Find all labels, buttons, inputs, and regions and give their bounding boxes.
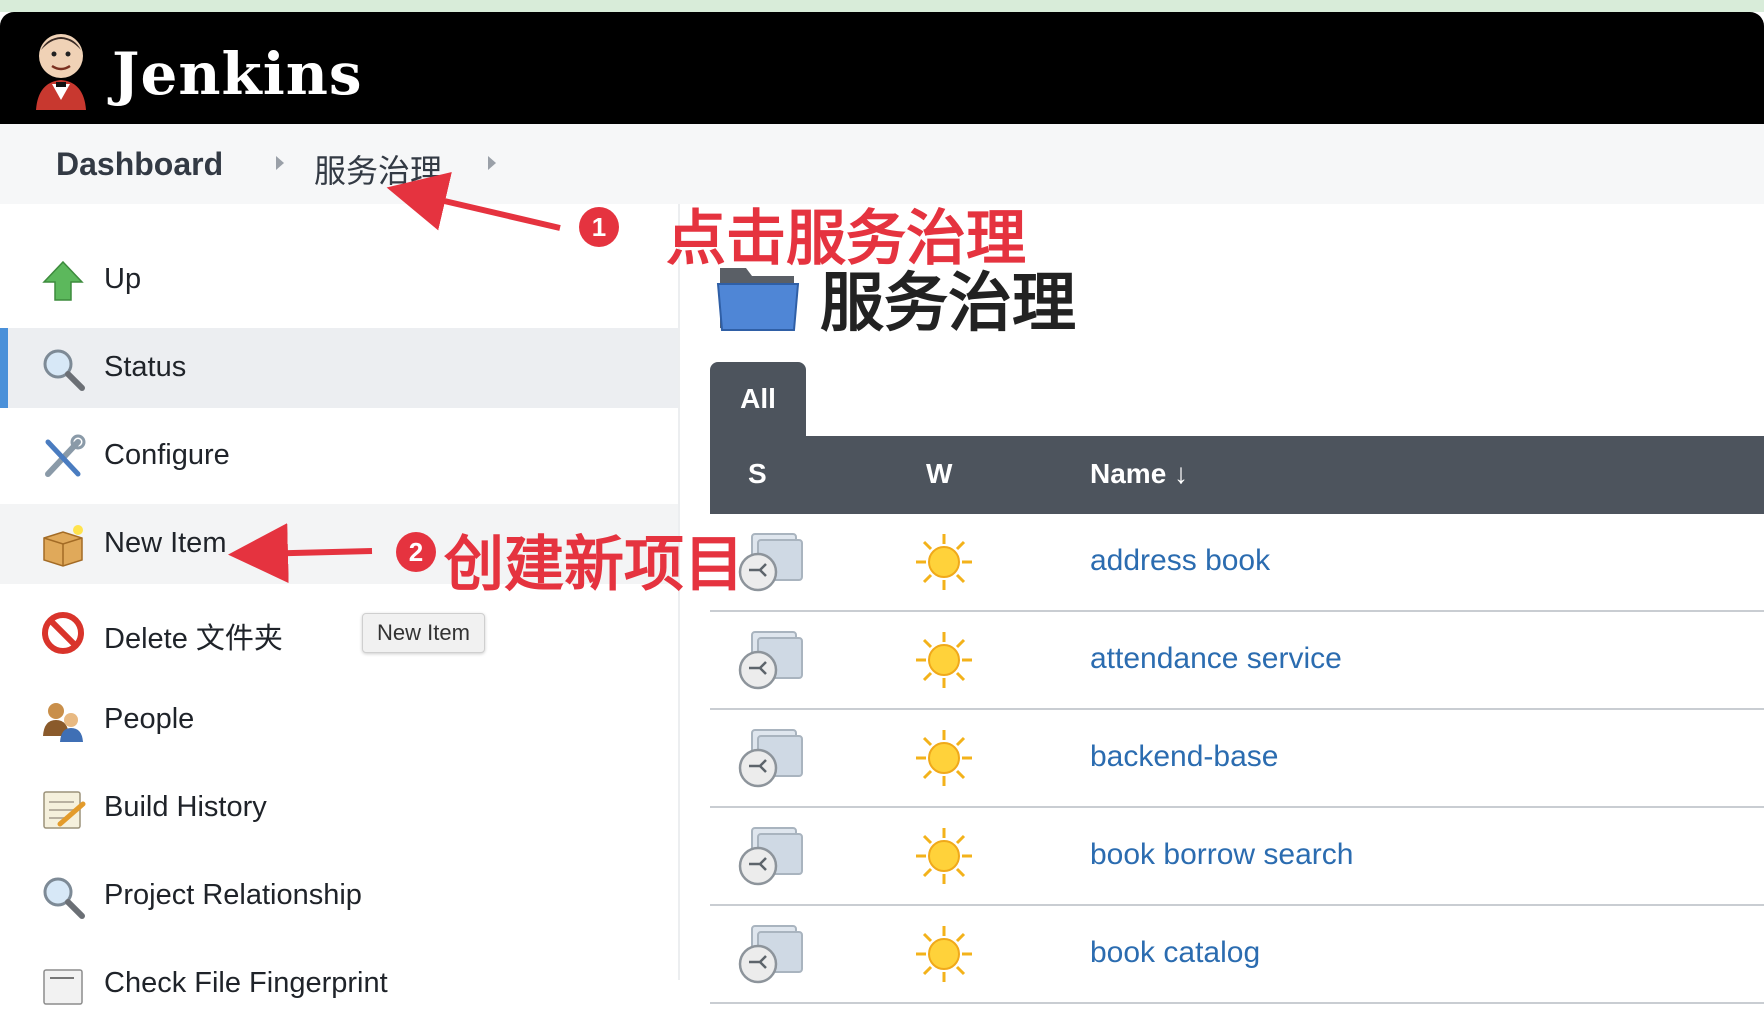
annotation-arrow — [386, 171, 561, 231]
step-1-badge: 1 — [579, 207, 619, 247]
annotation-arrow — [228, 523, 373, 584]
step-2-annotation: 创建新项目 — [444, 531, 744, 598]
step-2-badge: 2 — [396, 532, 436, 572]
step-1-annotation: 点击服务治理 — [666, 205, 1026, 272]
annotation-arrows — [228, 171, 561, 584]
